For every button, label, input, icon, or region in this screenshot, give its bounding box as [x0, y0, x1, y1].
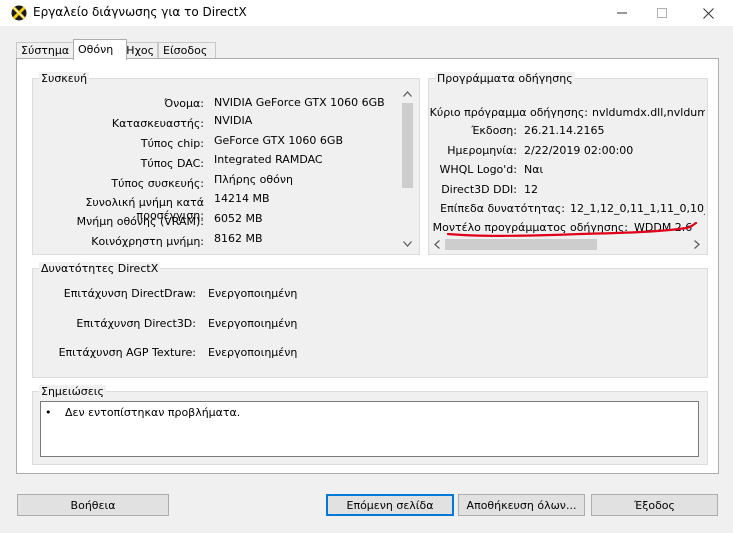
dac-type-value: Integrated RAMDAC: [214, 153, 323, 166]
vram-label: Μνήμη οθόνης (VRAM):: [76, 215, 204, 228]
scroll-down-icon: [403, 241, 412, 247]
device-group-title: Συσκευή: [39, 72, 90, 85]
window-title: Εργαλείο διάγνωσης για το DirectX: [33, 5, 247, 19]
maximize-button[interactable]: [640, 0, 684, 26]
chip-type-label: Τύπος chip:: [140, 137, 204, 150]
save-all-button[interactable]: Αποθήκευση όλων...: [458, 494, 585, 516]
dac-type-label: Τύπος DAC:: [140, 157, 204, 170]
chip-type-value: GeForce GTX 1060 6GB: [214, 134, 343, 147]
whql-value: Ναι: [524, 163, 544, 176]
direct3d-label: Επιτάχυνση Direct3D:: [76, 317, 196, 330]
manufacturer-value: NVIDIA: [214, 114, 253, 127]
device-type-value: Πλήρης οθόνη: [214, 173, 293, 186]
main-driver-value: nvldumdx.dll,nvldumdx.: [592, 106, 705, 119]
directdraw-value: Ενεργοποιημένη: [208, 287, 298, 300]
feature-levels-value: 12_1,12_0,11_1,11_0,10_1: [570, 202, 705, 215]
directdraw-label: Επιτάχυνση DirectDraw:: [63, 287, 196, 300]
drivers-group-title: Προγράμματα οδήγησης: [435, 72, 575, 85]
directx-app-icon: [11, 5, 27, 21]
direct3d-value: Ενεργοποιημένη: [208, 317, 298, 330]
minimize-icon: [617, 12, 627, 14]
title-bar: Εργαλείο διάγνωσης για το DirectX: [0, 0, 733, 26]
tab-input[interactable]: Είσοδος: [158, 42, 216, 59]
d3d-ddi-label: Direct3D DDI:: [441, 183, 517, 196]
device-scroll-thumb[interactable]: [402, 103, 413, 188]
minimize-button[interactable]: [600, 0, 644, 26]
agp-texture-value: Ενεργοποιημένη: [208, 346, 298, 359]
drivers-list: Κύριο πρόγραμμα οδήγησης: nvldumdx.dll,n…: [429, 90, 705, 236]
tab-system[interactable]: Σύστημα: [16, 42, 74, 59]
device-vertical-scrollbar[interactable]: [400, 87, 415, 252]
version-label: Έκδοση:: [471, 124, 517, 137]
device-name-label: Όνομα:: [164, 97, 204, 110]
notes-item: Δεν εντοπίστηκαν προβλήματα.: [65, 406, 241, 419]
notes-textbox[interactable]: • Δεν εντοπίστηκαν προβλήματα.: [40, 401, 699, 457]
device-type-label: Τύπος συσκευής:: [111, 177, 204, 190]
exit-button[interactable]: Έξοδος: [591, 494, 718, 516]
vram-value: 6052 MB: [214, 212, 263, 225]
red-underline-annotation: [446, 221, 698, 237]
total-memory-value: 14214 MB: [214, 192, 270, 205]
d3d-ddi-value: 12: [524, 183, 538, 196]
date-label: Ημερομηνία:: [447, 144, 517, 157]
main-driver-label: Κύριο πρόγραμμα οδήγησης:: [429, 106, 588, 119]
close-icon: [702, 7, 714, 19]
close-button[interactable]: [686, 0, 730, 26]
device-name-value: NVIDIA GeForce GTX 1060 6GB: [214, 96, 385, 109]
shared-memory-label: Κοινόχρηστη μνήμη:: [91, 235, 204, 248]
manufacturer-label: Κατασκευαστής:: [111, 117, 204, 130]
notes-group-title: Σημειώσεις: [39, 385, 106, 398]
version-value: 26.21.14.2165: [524, 124, 605, 137]
whql-label: WHQL Logo'd:: [439, 163, 517, 176]
date-value: 2/22/2019 02:00:00: [524, 144, 634, 157]
bullet-icon: •: [45, 406, 52, 419]
directx-features-title: Δυνατότητες DirectX: [39, 262, 161, 275]
feature-levels-label: Επίπεδα δυνατότητας:: [440, 202, 565, 215]
shared-memory-value: 8162 MB: [214, 232, 263, 245]
next-page-button[interactable]: Επόμενη σελίδα: [326, 494, 454, 516]
tab-display[interactable]: Οθόνη: [73, 39, 127, 60]
help-button[interactable]: Βοήθεια: [17, 494, 169, 516]
scroll-up-icon: [403, 91, 412, 97]
agp-texture-label: Επιτάχυνση AGP Texture:: [58, 346, 196, 359]
maximize-icon: [657, 8, 667, 18]
